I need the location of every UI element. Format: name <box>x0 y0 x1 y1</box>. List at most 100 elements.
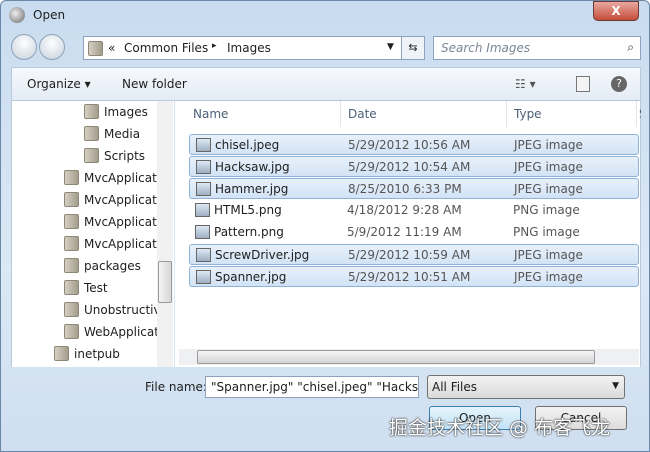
tree-item[interactable]: MvcApplicati <box>64 167 160 189</box>
tree-item[interactable]: inetpub <box>54 343 120 365</box>
app-icon <box>9 7 25 23</box>
tree-item-label: MvcApplicati <box>84 193 161 207</box>
file-name: Hacksaw.jpg <box>215 160 290 174</box>
folder-icon <box>64 302 79 317</box>
file-row[interactable]: chisel.jpeg 5/29/2012 10:56 AM JPEG image <box>189 134 639 155</box>
file-type-select[interactable]: All Files ▼ <box>427 375 625 399</box>
folder-icon <box>64 258 79 273</box>
folder-icon <box>54 346 69 361</box>
search-input[interactable]: Search Images ⌕ <box>433 36 641 60</box>
navigation-pane: Images Media Scripts MvcApplicati MvcApplica… <box>11 101 174 367</box>
file-type: JPEG image <box>514 270 583 284</box>
tree-item-label: Images <box>104 105 148 119</box>
file-date: 5/29/2012 10:54 AM <box>348 160 471 174</box>
folder-icon <box>84 126 99 141</box>
help-icon[interactable]: ? <box>611 76 627 92</box>
open-dialog: Open X « Common Files ▸ Images ▼ ⇆ Searc… <box>0 0 650 452</box>
file-row[interactable]: HTML5.png 4/18/2012 9:28 AM PNG image <box>189 200 639 221</box>
tree-item[interactable]: MvcApplicati <box>64 189 160 211</box>
file-date: 5/29/2012 10:59 AM <box>348 248 471 262</box>
file-name: HTML5.png <box>214 203 282 217</box>
file-date: 5/29/2012 10:51 AM <box>348 270 471 284</box>
tree-item-label: MvcApplicati <box>84 171 161 185</box>
preview-pane-icon[interactable] <box>576 76 590 92</box>
file-type: JPEG image <box>514 160 583 174</box>
scrollbar-thumb[interactable] <box>158 261 172 303</box>
file-name-label: File name: <box>145 380 207 394</box>
file-name: Hammer.jpg <box>215 182 289 196</box>
tree-item[interactable]: WebApplicat <box>64 321 159 343</box>
tree-item-label: Scripts <box>104 149 146 163</box>
breadcrumb-separator[interactable]: ▸ <box>212 41 217 51</box>
tree-item-label: inetpub <box>74 347 120 361</box>
tree-item[interactable]: packages <box>64 255 141 277</box>
back-button[interactable] <box>11 34 37 60</box>
file-type: PNG image <box>513 225 580 239</box>
file-type-value: All Files <box>432 380 478 394</box>
file-row[interactable]: Hacksaw.jpg 5/29/2012 10:54 AM JPEG image <box>189 156 639 177</box>
file-name: ScrewDriver.jpg <box>215 248 310 262</box>
folder-icon <box>84 104 99 119</box>
chevron-down-icon: ▼ <box>612 381 619 391</box>
image-file-icon <box>196 248 211 262</box>
tree-item[interactable]: MvcApplicati <box>64 233 160 255</box>
organize-button[interactable]: Organize ▾ <box>27 77 91 91</box>
file-date: 5/9/2012 11:19 AM <box>347 225 462 239</box>
file-row[interactable]: Spanner.jpg 5/29/2012 10:51 AM JPEG image <box>189 266 639 287</box>
column-date[interactable]: Date <box>341 101 507 127</box>
column-size[interactable]: S <box>637 101 641 127</box>
folder-icon <box>64 170 79 185</box>
file-name-input[interactable]: "Spanner.jpg" "chisel.jpeg" "Hacksaw.jpg… <box>205 376 419 398</box>
forward-button[interactable] <box>39 34 65 60</box>
view-options-icon[interactable]: ☷ ▾ <box>515 77 536 91</box>
folder-icon <box>64 280 79 295</box>
image-file-icon <box>196 138 211 152</box>
file-type: PNG image <box>513 203 580 217</box>
image-file-icon <box>196 270 211 284</box>
column-name[interactable]: Name <box>175 101 341 127</box>
breadcrumb-images[interactable]: Images <box>227 41 271 55</box>
watermark: 掘金技术社区 @ 布客飞龙 <box>389 417 611 439</box>
file-name: Pattern.png <box>214 225 284 239</box>
folder-icon <box>84 148 99 163</box>
new-folder-button[interactable]: New folder <box>122 77 187 91</box>
folder-icon <box>64 324 79 339</box>
file-type: JPEG image <box>514 138 583 152</box>
file-name-value: "Spanner.jpg" "chisel.jpeg" "Hacksaw.jpg… <box>211 380 419 394</box>
folder-icon <box>64 236 79 251</box>
tree-item-label: Media <box>104 127 141 141</box>
file-row[interactable]: ScrewDriver.jpg 5/29/2012 10:59 AM JPEG im… <box>189 244 639 265</box>
breadcrumb-overflow[interactable]: « <box>108 41 115 55</box>
tree-item[interactable]: MvcApplicati <box>64 211 160 233</box>
folder-icon <box>88 41 103 56</box>
tree-item[interactable]: Images <box>84 101 148 123</box>
tree-item[interactable]: Media <box>84 123 140 145</box>
file-row[interactable]: Pattern.png 5/9/2012 11:19 AM PNG image <box>189 222 639 243</box>
image-file-icon <box>195 225 210 239</box>
image-file-icon <box>196 182 211 196</box>
nav-pane-scrollbar[interactable] <box>157 101 173 367</box>
breadcrumb-common-files[interactable]: Common Files <box>124 41 208 55</box>
file-name: chisel.jpeg <box>215 138 280 152</box>
image-file-icon <box>196 160 211 174</box>
column-type[interactable]: Type <box>507 101 637 127</box>
tree-item[interactable]: Unobstructiv <box>64 299 161 321</box>
tree-item-label: WebApplicat <box>84 325 159 339</box>
scrollbar-thumb[interactable] <box>197 350 595 364</box>
tree-item-label: Unobstructiv <box>84 303 161 317</box>
address-dropdown-icon[interactable]: ▼ <box>387 42 394 52</box>
folder-icon <box>64 192 79 207</box>
tree-item[interactable]: Test <box>64 277 108 299</box>
tree-item-label: packages <box>84 259 141 273</box>
folder-icon <box>64 214 79 229</box>
tree-item[interactable]: Scripts <box>84 145 145 167</box>
file-date: 5/29/2012 10:56 AM <box>348 138 471 152</box>
close-button[interactable]: X <box>593 1 639 21</box>
file-row[interactable]: Hammer.jpg 8/25/2010 6:33 PM JPEG image <box>189 178 639 199</box>
search-placeholder: Search Images <box>441 41 531 55</box>
address-bar[interactable]: « Common Files ▸ Images ▼ <box>83 36 403 60</box>
window-title: Open <box>33 8 66 22</box>
refresh-button[interactable]: ⇆ <box>401 36 425 60</box>
tree-item-label: Test <box>84 281 108 295</box>
image-file-icon <box>195 203 210 217</box>
